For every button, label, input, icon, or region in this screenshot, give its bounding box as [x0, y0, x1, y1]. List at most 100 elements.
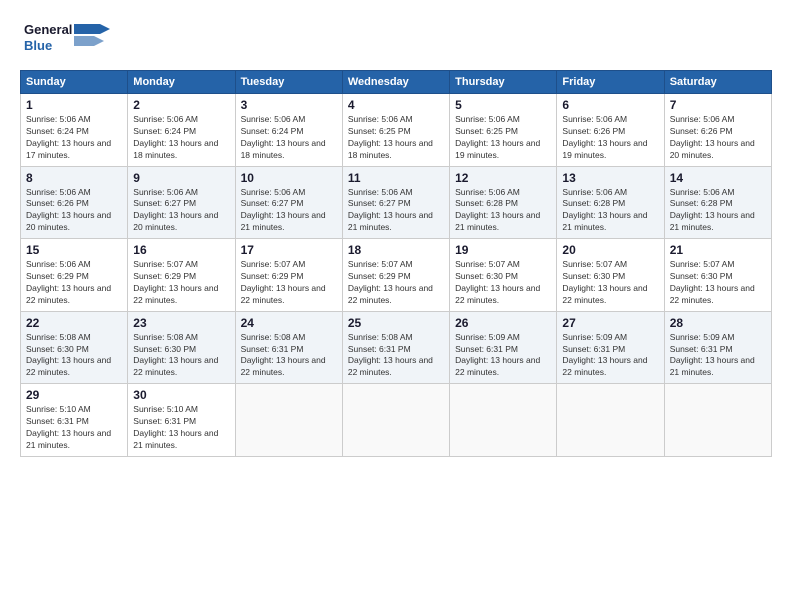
day-info: Sunrise: 5:07 AM Sunset: 6:29 PM Dayligh… — [241, 259, 337, 307]
day-number: 7 — [670, 98, 766, 112]
sunset-text: Sunset: 6:24 PM — [241, 126, 304, 136]
sunset-text: Sunset: 6:30 PM — [455, 271, 518, 281]
sunrise-text: Sunrise: 5:08 AM — [26, 332, 91, 342]
sunrise-text: Sunrise: 5:08 AM — [241, 332, 306, 342]
sunset-text: Sunset: 6:25 PM — [348, 126, 411, 136]
day-info: Sunrise: 5:06 AM Sunset: 6:24 PM Dayligh… — [26, 114, 122, 162]
sunrise-text: Sunrise: 5:08 AM — [348, 332, 413, 342]
calendar-cell: 19 Sunrise: 5:07 AM Sunset: 6:30 PM Dayl… — [450, 239, 557, 312]
day-info: Sunrise: 5:06 AM Sunset: 6:27 PM Dayligh… — [133, 187, 229, 235]
sunrise-text: Sunrise: 5:06 AM — [562, 187, 627, 197]
sunrise-text: Sunrise: 5:07 AM — [670, 259, 735, 269]
sunrise-text: Sunrise: 5:06 AM — [133, 114, 198, 124]
day-info: Sunrise: 5:10 AM Sunset: 6:31 PM Dayligh… — [26, 404, 122, 452]
daylight-text: Daylight: 13 hours and 22 minutes. — [562, 283, 647, 305]
calendar-table: Sunday Monday Tuesday Wednesday Thursday… — [20, 70, 772, 457]
sunrise-text: Sunrise: 5:06 AM — [562, 114, 627, 124]
calendar-cell — [450, 384, 557, 457]
calendar-week-2: 8 Sunrise: 5:06 AM Sunset: 6:26 PM Dayli… — [21, 166, 772, 239]
calendar-cell: 7 Sunrise: 5:06 AM Sunset: 6:26 PM Dayli… — [664, 94, 771, 167]
col-friday: Friday — [557, 71, 664, 94]
day-info: Sunrise: 5:06 AM Sunset: 6:26 PM Dayligh… — [562, 114, 658, 162]
day-info: Sunrise: 5:08 AM Sunset: 6:30 PM Dayligh… — [26, 332, 122, 380]
daylight-text: Daylight: 13 hours and 18 minutes. — [241, 138, 326, 160]
day-info: Sunrise: 5:06 AM Sunset: 6:25 PM Dayligh… — [455, 114, 551, 162]
day-number: 3 — [241, 98, 337, 112]
sunrise-text: Sunrise: 5:10 AM — [26, 404, 91, 414]
calendar-cell — [664, 384, 771, 457]
sunrise-text: Sunrise: 5:06 AM — [455, 187, 520, 197]
sunset-text: Sunset: 6:26 PM — [562, 126, 625, 136]
day-number: 13 — [562, 171, 658, 185]
day-number: 23 — [133, 316, 229, 330]
daylight-text: Daylight: 13 hours and 22 minutes. — [26, 283, 111, 305]
calendar-cell: 4 Sunrise: 5:06 AM Sunset: 6:25 PM Dayli… — [342, 94, 449, 167]
day-number: 11 — [348, 171, 444, 185]
sunrise-text: Sunrise: 5:09 AM — [670, 332, 735, 342]
sunrise-text: Sunrise: 5:06 AM — [26, 259, 91, 269]
calendar-cell: 12 Sunrise: 5:06 AM Sunset: 6:28 PM Dayl… — [450, 166, 557, 239]
calendar-cell: 18 Sunrise: 5:07 AM Sunset: 6:29 PM Dayl… — [342, 239, 449, 312]
daylight-text: Daylight: 13 hours and 22 minutes. — [670, 283, 755, 305]
day-number: 22 — [26, 316, 122, 330]
day-number: 27 — [562, 316, 658, 330]
day-number: 12 — [455, 171, 551, 185]
daylight-text: Daylight: 13 hours and 17 minutes. — [26, 138, 111, 160]
day-info: Sunrise: 5:07 AM Sunset: 6:29 PM Dayligh… — [348, 259, 444, 307]
sunrise-text: Sunrise: 5:06 AM — [670, 187, 735, 197]
sunset-text: Sunset: 6:26 PM — [670, 126, 733, 136]
day-info: Sunrise: 5:06 AM Sunset: 6:29 PM Dayligh… — [26, 259, 122, 307]
sunset-text: Sunset: 6:24 PM — [133, 126, 196, 136]
calendar-cell: 25 Sunrise: 5:08 AM Sunset: 6:31 PM Dayl… — [342, 311, 449, 384]
daylight-text: Daylight: 13 hours and 22 minutes. — [455, 355, 540, 377]
sunset-text: Sunset: 6:27 PM — [241, 198, 304, 208]
page: General Blue Sunday Monday Tuesday Wedne… — [0, 0, 792, 612]
day-info: Sunrise: 5:06 AM Sunset: 6:24 PM Dayligh… — [241, 114, 337, 162]
sunset-text: Sunset: 6:26 PM — [26, 198, 89, 208]
sunset-text: Sunset: 6:31 PM — [670, 344, 733, 354]
svg-text:General: General — [24, 22, 72, 37]
daylight-text: Daylight: 13 hours and 20 minutes. — [670, 138, 755, 160]
logo-svg: General Blue — [20, 16, 110, 60]
header-row: Sunday Monday Tuesday Wednesday Thursday… — [21, 71, 772, 94]
day-number: 5 — [455, 98, 551, 112]
day-number: 20 — [562, 243, 658, 257]
day-info: Sunrise: 5:09 AM Sunset: 6:31 PM Dayligh… — [670, 332, 766, 380]
sunset-text: Sunset: 6:30 PM — [26, 344, 89, 354]
day-number: 21 — [670, 243, 766, 257]
calendar-cell — [235, 384, 342, 457]
daylight-text: Daylight: 13 hours and 21 minutes. — [133, 428, 218, 450]
sunrise-text: Sunrise: 5:07 AM — [455, 259, 520, 269]
daylight-text: Daylight: 13 hours and 22 minutes. — [562, 355, 647, 377]
calendar-cell: 15 Sunrise: 5:06 AM Sunset: 6:29 PM Dayl… — [21, 239, 128, 312]
day-info: Sunrise: 5:08 AM Sunset: 6:31 PM Dayligh… — [348, 332, 444, 380]
col-saturday: Saturday — [664, 71, 771, 94]
sunrise-text: Sunrise: 5:06 AM — [133, 187, 198, 197]
calendar-cell: 5 Sunrise: 5:06 AM Sunset: 6:25 PM Dayli… — [450, 94, 557, 167]
sunset-text: Sunset: 6:31 PM — [455, 344, 518, 354]
daylight-text: Daylight: 13 hours and 22 minutes. — [133, 355, 218, 377]
sunset-text: Sunset: 6:28 PM — [455, 198, 518, 208]
calendar-cell: 14 Sunrise: 5:06 AM Sunset: 6:28 PM Dayl… — [664, 166, 771, 239]
sunset-text: Sunset: 6:30 PM — [133, 344, 196, 354]
daylight-text: Daylight: 13 hours and 21 minutes. — [26, 428, 111, 450]
daylight-text: Daylight: 13 hours and 19 minutes. — [562, 138, 647, 160]
daylight-text: Daylight: 13 hours and 20 minutes. — [133, 210, 218, 232]
day-number: 18 — [348, 243, 444, 257]
daylight-text: Daylight: 13 hours and 22 minutes. — [133, 283, 218, 305]
sunrise-text: Sunrise: 5:09 AM — [455, 332, 520, 342]
calendar-cell: 23 Sunrise: 5:08 AM Sunset: 6:30 PM Dayl… — [128, 311, 235, 384]
sunrise-text: Sunrise: 5:09 AM — [562, 332, 627, 342]
calendar-cell: 6 Sunrise: 5:06 AM Sunset: 6:26 PM Dayli… — [557, 94, 664, 167]
sunrise-text: Sunrise: 5:08 AM — [133, 332, 198, 342]
calendar-cell: 3 Sunrise: 5:06 AM Sunset: 6:24 PM Dayli… — [235, 94, 342, 167]
calendar-body: 1 Sunrise: 5:06 AM Sunset: 6:24 PM Dayli… — [21, 94, 772, 457]
day-info: Sunrise: 5:06 AM Sunset: 6:27 PM Dayligh… — [241, 187, 337, 235]
day-number: 17 — [241, 243, 337, 257]
calendar-cell: 28 Sunrise: 5:09 AM Sunset: 6:31 PM Dayl… — [664, 311, 771, 384]
calendar-header: Sunday Monday Tuesday Wednesday Thursday… — [21, 71, 772, 94]
daylight-text: Daylight: 13 hours and 19 minutes. — [455, 138, 540, 160]
sunset-text: Sunset: 6:27 PM — [133, 198, 196, 208]
daylight-text: Daylight: 13 hours and 21 minutes. — [455, 210, 540, 232]
day-info: Sunrise: 5:06 AM Sunset: 6:26 PM Dayligh… — [670, 114, 766, 162]
